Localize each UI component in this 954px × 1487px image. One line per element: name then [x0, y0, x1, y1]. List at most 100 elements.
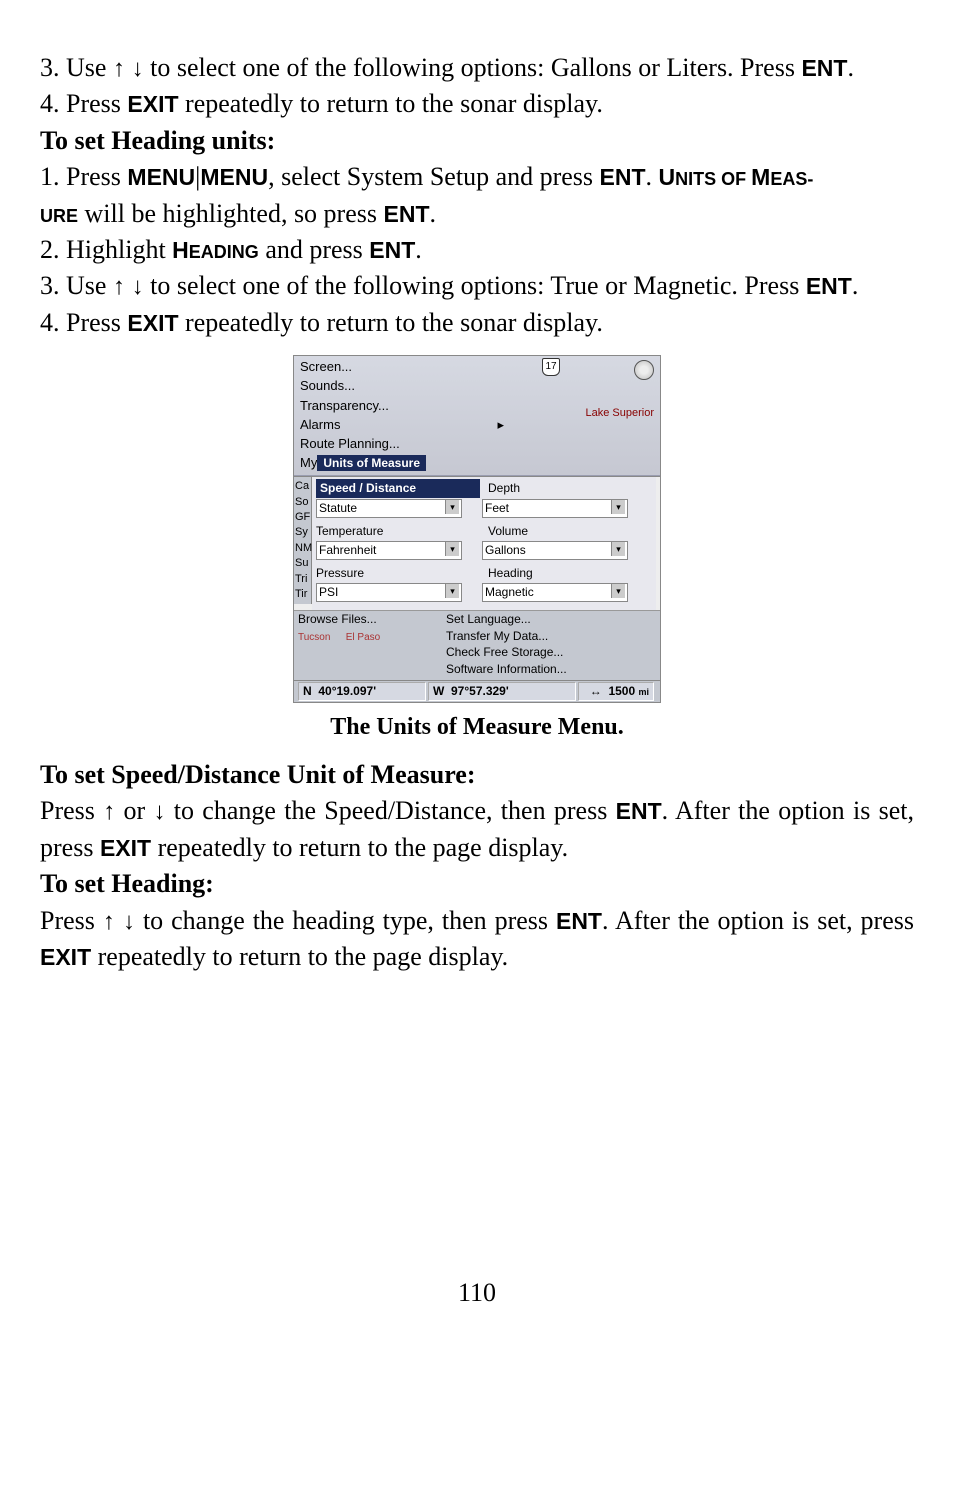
- text: HEADING: [172, 237, 259, 263]
- menu-item-software-info[interactable]: Software Information...: [446, 661, 632, 678]
- map-label: Lake Superior: [586, 406, 655, 421]
- chevron-down-icon[interactable]: ▾: [445, 500, 459, 514]
- volume-select[interactable]: Gallons▾: [482, 541, 628, 560]
- text: repeatedly to return to the sonar displa…: [179, 89, 603, 118]
- bg-text: NM: [295, 541, 310, 556]
- text: 3. Use: [40, 271, 113, 300]
- set-heading-title: To set Heading:: [40, 866, 914, 902]
- bg-text: Sy: [295, 525, 310, 540]
- bg-text: Tir: [295, 587, 310, 602]
- pressure-label: Pressure: [316, 565, 480, 582]
- menu-key: MENU: [127, 164, 195, 190]
- exit-key: EXIT: [127, 91, 178, 117]
- text: to select one of the following options: …: [144, 53, 802, 82]
- temperature-select[interactable]: Fahrenheit▾: [316, 541, 462, 560]
- text: repeatedly to return to the page display…: [91, 942, 508, 971]
- menu-item-route[interactable]: Route Planning...: [300, 435, 654, 454]
- text: repeatedly to return to the sonar displa…: [179, 308, 603, 337]
- step-1b-line2: URE will be highlighted, so press ENT.: [40, 196, 914, 232]
- ent-key: ENT: [556, 908, 602, 934]
- menu-item-browse-files[interactable]: Browse Files...: [298, 611, 446, 628]
- text: 4. Press: [40, 89, 127, 118]
- up-down-arrows: ↑ ↓: [113, 55, 144, 82]
- step-4a: 4. Press EXIT repeatedly to return to th…: [40, 86, 914, 122]
- heading-units-title: To set Heading units:: [40, 123, 914, 159]
- chevron-down-icon[interactable]: ▾: [611, 542, 625, 556]
- pressure-select[interactable]: PSI▾: [316, 583, 462, 602]
- menu-item-check-storage[interactable]: Check Free Storage...: [446, 644, 632, 661]
- exit-key: EXIT: [100, 835, 151, 861]
- bg-text: GF: [295, 510, 310, 525]
- menu-item-sounds[interactable]: Sounds...: [300, 377, 654, 396]
- bg-text: Tri: [295, 572, 310, 587]
- text: repeatedly to return to the page display…: [151, 833, 568, 862]
- down-arrow: ↓: [153, 798, 165, 825]
- heading-label: Heading: [480, 565, 630, 582]
- map-label: Tucson: [298, 632, 330, 643]
- units-of-measure-screenshot: 17 Lake Superior Screen... Sounds... Tra…: [293, 355, 661, 703]
- bg-text: Su: [295, 556, 310, 571]
- menu-item-transfer-data[interactable]: Transfer My Data...: [446, 628, 632, 645]
- text: Press: [40, 906, 103, 935]
- chevron-down-icon[interactable]: ▾: [611, 584, 625, 598]
- map-label: El Paso: [346, 632, 380, 643]
- figure-caption: The Units of Measure Menu.: [40, 711, 914, 745]
- speed-distance-para: Press ↑ or ↓ to change the Speed/Distanc…: [40, 793, 914, 866]
- menu-item-set-language[interactable]: Set Language...: [446, 611, 632, 628]
- ent-key: ENT: [616, 798, 662, 824]
- text: .: [646, 162, 659, 191]
- speed-distance-title: To set Speed/Distance Unit of Measure:: [40, 757, 914, 793]
- speed-distance-select[interactable]: Statute▾: [316, 499, 462, 518]
- bg-text: So: [295, 495, 310, 510]
- up-down-arrows: ↑ ↓: [103, 908, 135, 935]
- ent-key: ENT: [369, 237, 415, 263]
- ent-key: ENT: [384, 201, 430, 227]
- step-4b: 4. Press EXIT repeatedly to return to th…: [40, 305, 914, 341]
- text: will be highlighted, so press: [78, 199, 383, 228]
- text: .: [847, 53, 854, 82]
- compass-icon: [634, 360, 654, 380]
- text: to change the heading type, then press: [135, 906, 556, 935]
- text: .: [430, 199, 437, 228]
- page-number: 110: [40, 1275, 914, 1311]
- step-1b: 1. Press MENU|MENU, select System Setup …: [40, 159, 914, 195]
- depth-label: Depth: [480, 480, 630, 497]
- depth-select[interactable]: Feet▾: [482, 499, 628, 518]
- text: 1. Press: [40, 162, 127, 191]
- up-down-arrows: ↑ ↓: [113, 273, 144, 300]
- text: UNITS OF MEAS-: [659, 164, 814, 190]
- text: 3. Use: [40, 53, 113, 82]
- text: . After the option is set, press: [602, 906, 914, 935]
- status-bar: N 40°19.097' W 97°57.329' ↔ 1500 mi: [294, 680, 660, 702]
- menu-item-units[interactable]: MyUnits of Measure: [300, 454, 654, 473]
- text: or: [115, 796, 153, 825]
- ent-key: ENT: [801, 55, 847, 81]
- text: , select System Setup and press: [268, 162, 599, 191]
- volume-label: Volume: [480, 523, 630, 540]
- up-arrow: ↑: [103, 798, 115, 825]
- text: .: [415, 235, 422, 264]
- text: .: [852, 271, 859, 300]
- step-3b: 3. Use ↑ ↓ to select one of the followin…: [40, 268, 914, 304]
- text: Press: [40, 796, 103, 825]
- temperature-label: Temperature: [316, 523, 480, 540]
- text: URE: [40, 206, 78, 226]
- text: 2. Highlight: [40, 235, 172, 264]
- ent-key: ENT: [806, 273, 852, 299]
- menu-item-screen[interactable]: Screen...: [300, 358, 654, 377]
- text: to change the Speed/Distance, then press: [165, 796, 615, 825]
- speed-distance-label: Speed / Distance: [316, 479, 480, 498]
- menu-key: MENU: [200, 164, 268, 190]
- step-3a: 3. Use ↑ ↓ to select one of the followin…: [40, 50, 914, 86]
- ent-key: ENT: [600, 164, 646, 190]
- bg-text: Ca: [295, 479, 310, 494]
- chevron-down-icon[interactable]: ▾: [611, 500, 625, 514]
- step-2b: 2. Highlight HEADING and press ENT.: [40, 232, 914, 268]
- text: and press: [259, 235, 369, 264]
- chevron-down-icon[interactable]: ▾: [445, 584, 459, 598]
- chevron-down-icon[interactable]: ▾: [445, 542, 459, 556]
- exit-key: EXIT: [127, 310, 178, 336]
- heading-select[interactable]: Magnetic▾: [482, 583, 628, 602]
- highway-shield-icon: 17: [542, 358, 560, 376]
- text: to select one of the following options: …: [144, 271, 806, 300]
